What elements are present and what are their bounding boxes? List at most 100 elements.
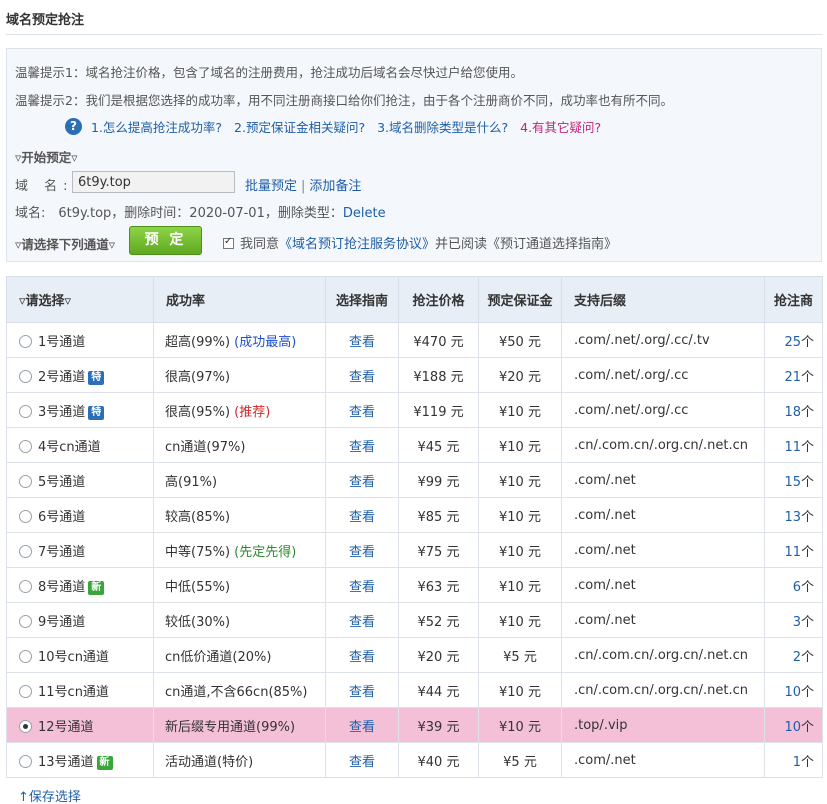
table-row[interactable]: 4号cn通道 cn通道(97%) 查看 ¥45 元 ¥10 元 .cn/.com.cn/.… <box>6 427 823 463</box>
channel-radio[interactable] <box>19 334 32 348</box>
channel-radio[interactable] <box>19 614 32 628</box>
registrar-count[interactable]: 15 <box>784 475 801 490</box>
suffix-cell: .com/.net <box>561 462 765 498</box>
faq-link-other[interactable]: 4.有其它疑问? <box>520 120 601 135</box>
guide-link[interactable]: 查看 <box>349 650 375 665</box>
registrar-count[interactable]: 13 <box>784 510 801 525</box>
registrar-count[interactable]: 6 <box>793 580 801 595</box>
channel-radio[interactable] <box>19 474 32 488</box>
rate-text: 很高(97%) <box>165 369 231 385</box>
registrar-count[interactable]: 10 <box>784 720 801 735</box>
guide-cell: 查看 <box>325 707 399 743</box>
channel-badge: 新 <box>96 755 113 770</box>
channel-name: 12号通道 <box>38 719 94 735</box>
channel-radio[interactable] <box>19 439 32 453</box>
registrar-count-cell: 18个 <box>764 392 823 428</box>
add-note-link[interactable]: 添加备注 <box>309 179 361 194</box>
agree-prefix: 我同意 <box>240 237 280 252</box>
table-row[interactable]: 2号通道特很高(97%) 查看 ¥188 元 ¥20 元 .com/.net/.org/… <box>6 357 823 393</box>
price-cell: ¥188 元 <box>398 357 479 393</box>
rate-cell: 中等(75%) (先定先得) <box>153 532 326 568</box>
table-row[interactable]: 5号通道 高(91%) 查看 ¥99 元 ¥10 元 .com/.net 15个 <box>6 462 823 498</box>
faq-link-delete-type[interactable]: 3.域名删除类型是什么? <box>377 120 508 135</box>
link-separator: | <box>301 179 306 194</box>
guide-link[interactable]: 查看 <box>349 405 375 420</box>
registrar-unit: 个 <box>800 719 814 735</box>
table-row[interactable]: 3号通道特很高(95%) (推荐) 查看 ¥119 元 ¥10 元 .com/.net/… <box>6 392 823 428</box>
price-cell: ¥40 元 <box>398 742 479 778</box>
guide-cell: 查看 <box>325 392 399 428</box>
agreement-link[interactable]: 《域名预订抢注服务协议》 <box>279 237 435 252</box>
rate-cell: 较低(30%) <box>153 602 326 638</box>
table-row[interactable]: 12号通道 新后缀专用通道(99%) 查看 ¥39 元 ¥10 元 .top/.vip 10… <box>6 707 823 743</box>
registrar-count[interactable]: 1 <box>793 755 801 770</box>
channel-cell: 10号cn通道 <box>6 637 154 673</box>
table-row[interactable]: 6号通道 较高(85%) 查看 ¥85 元 ¥10 元 .com/.net 13个 <box>6 497 823 533</box>
suffix-cell: .com/.net/.org/.cc <box>561 392 765 428</box>
channel-radio[interactable] <box>19 754 32 768</box>
table-row[interactable]: 10号cn通道 cn低价通道(20%) 查看 ¥20 元 ¥5 元 .cn/.com.cn… <box>6 637 823 673</box>
price-cell: ¥39 元 <box>398 707 479 743</box>
registrar-count-cell: 21个 <box>764 357 823 393</box>
channel-radio[interactable] <box>19 404 32 418</box>
channel-radio[interactable] <box>19 509 32 523</box>
registrar-count[interactable]: 11 <box>784 440 801 455</box>
faq-link-success-rate[interactable]: 1.怎么提高抢注成功率? <box>91 120 222 135</box>
reserve-button[interactable]: 预 定 <box>129 226 202 255</box>
tip-1: 温馨提示1：域名抢注价格，包含了域名的注册费用，抢注成功后域名会尽快过户给您使用… <box>15 65 523 80</box>
guide-link[interactable]: 查看 <box>349 545 375 560</box>
guide-link[interactable]: 查看 <box>349 685 375 700</box>
channel-badge: 特 <box>88 405 105 420</box>
rate-text: 中低(55%) <box>165 579 231 595</box>
guide-link[interactable]: 查看 <box>349 335 375 350</box>
table-row[interactable]: 1号通道 超高(99%) (成功最高) 查看 ¥470 元 ¥50 元 .com/.net… <box>6 322 823 358</box>
save-selection-link[interactable]: ↑保存选择 <box>18 786 81 804</box>
domain-actions: 批量预定 | 添加备注 <box>245 175 361 194</box>
rate-text: cn通道(97%) <box>165 439 246 455</box>
table-row[interactable]: 8号通道新中低(55%) 查看 ¥63 元 ¥10 元 .com/.net 6个 <box>6 567 823 603</box>
guide-link[interactable]: 查看 <box>349 580 375 595</box>
col-header-deposit: 预定保证金 <box>478 276 562 323</box>
table-row[interactable]: 13号通道新活动通道(特价) 查看 ¥40 元 ¥5 元 .com/.net 1个 <box>6 742 823 778</box>
table-row[interactable]: 9号通道 较低(30%) 查看 ¥52 元 ¥10 元 .com/.net 3个 <box>6 602 823 638</box>
rate-cell: cn通道,不含66cn(85%) <box>153 672 326 708</box>
channel-radio[interactable] <box>19 649 32 663</box>
channel-cell: 4号cn通道 <box>6 427 154 463</box>
registrar-count[interactable]: 2 <box>793 650 801 665</box>
faq-link-deposit[interactable]: 2.预定保证金相关疑问? <box>234 120 365 135</box>
guide-link[interactable]: 查看 <box>349 720 375 735</box>
price-cell: ¥85 元 <box>398 497 479 533</box>
registrar-count[interactable]: 25 <box>784 335 801 350</box>
guide-link[interactable]: 查看 <box>349 440 375 455</box>
table-row[interactable]: 11号cn通道 cn通道,不含66cn(85%) 查看 ¥44 元 ¥10 元 .cn/.… <box>6 672 823 708</box>
rate-cell: 很高(97%) <box>153 357 326 393</box>
batch-reserve-link[interactable]: 批量预定 <box>245 179 297 194</box>
channel-radio[interactable] <box>19 579 32 593</box>
guide-link[interactable]: 查看 <box>349 615 375 630</box>
table-row[interactable]: 7号通道 中等(75%) (先定先得) 查看 ¥75 元 ¥10 元 .com/.net 1… <box>6 532 823 568</box>
channel-radio[interactable] <box>19 719 32 733</box>
registrar-count[interactable]: 21 <box>784 370 801 385</box>
guide-cell: 查看 <box>325 427 399 463</box>
channel-badge: 新 <box>88 580 105 595</box>
col-header-price: 抢注价格 <box>398 276 479 323</box>
rate-cell: 新后缀专用通道(99%) <box>153 707 326 743</box>
registrar-count[interactable]: 11 <box>784 545 801 560</box>
registrar-count[interactable]: 10 <box>784 685 801 700</box>
channel-name: 1号通道 <box>38 334 86 350</box>
channel-cell: 12号通道 <box>6 707 154 743</box>
agree-checkbox[interactable] <box>223 236 234 249</box>
guide-link[interactable]: 查看 <box>349 475 375 490</box>
col-header-guide: 选择指南 <box>325 276 399 323</box>
guide-cell: 查看 <box>325 672 399 708</box>
guide-link[interactable]: 查看 <box>349 755 375 770</box>
rate-cell: cn低价通道(20%) <box>153 637 326 673</box>
channel-radio[interactable] <box>19 544 32 558</box>
guide-link[interactable]: 查看 <box>349 510 375 525</box>
registrar-count[interactable]: 18 <box>784 405 801 420</box>
channel-radio[interactable] <box>19 369 32 383</box>
guide-link[interactable]: 查看 <box>349 370 375 385</box>
registrar-count[interactable]: 3 <box>793 615 801 630</box>
channel-radio[interactable] <box>19 684 32 698</box>
domain-input[interactable] <box>72 171 235 193</box>
